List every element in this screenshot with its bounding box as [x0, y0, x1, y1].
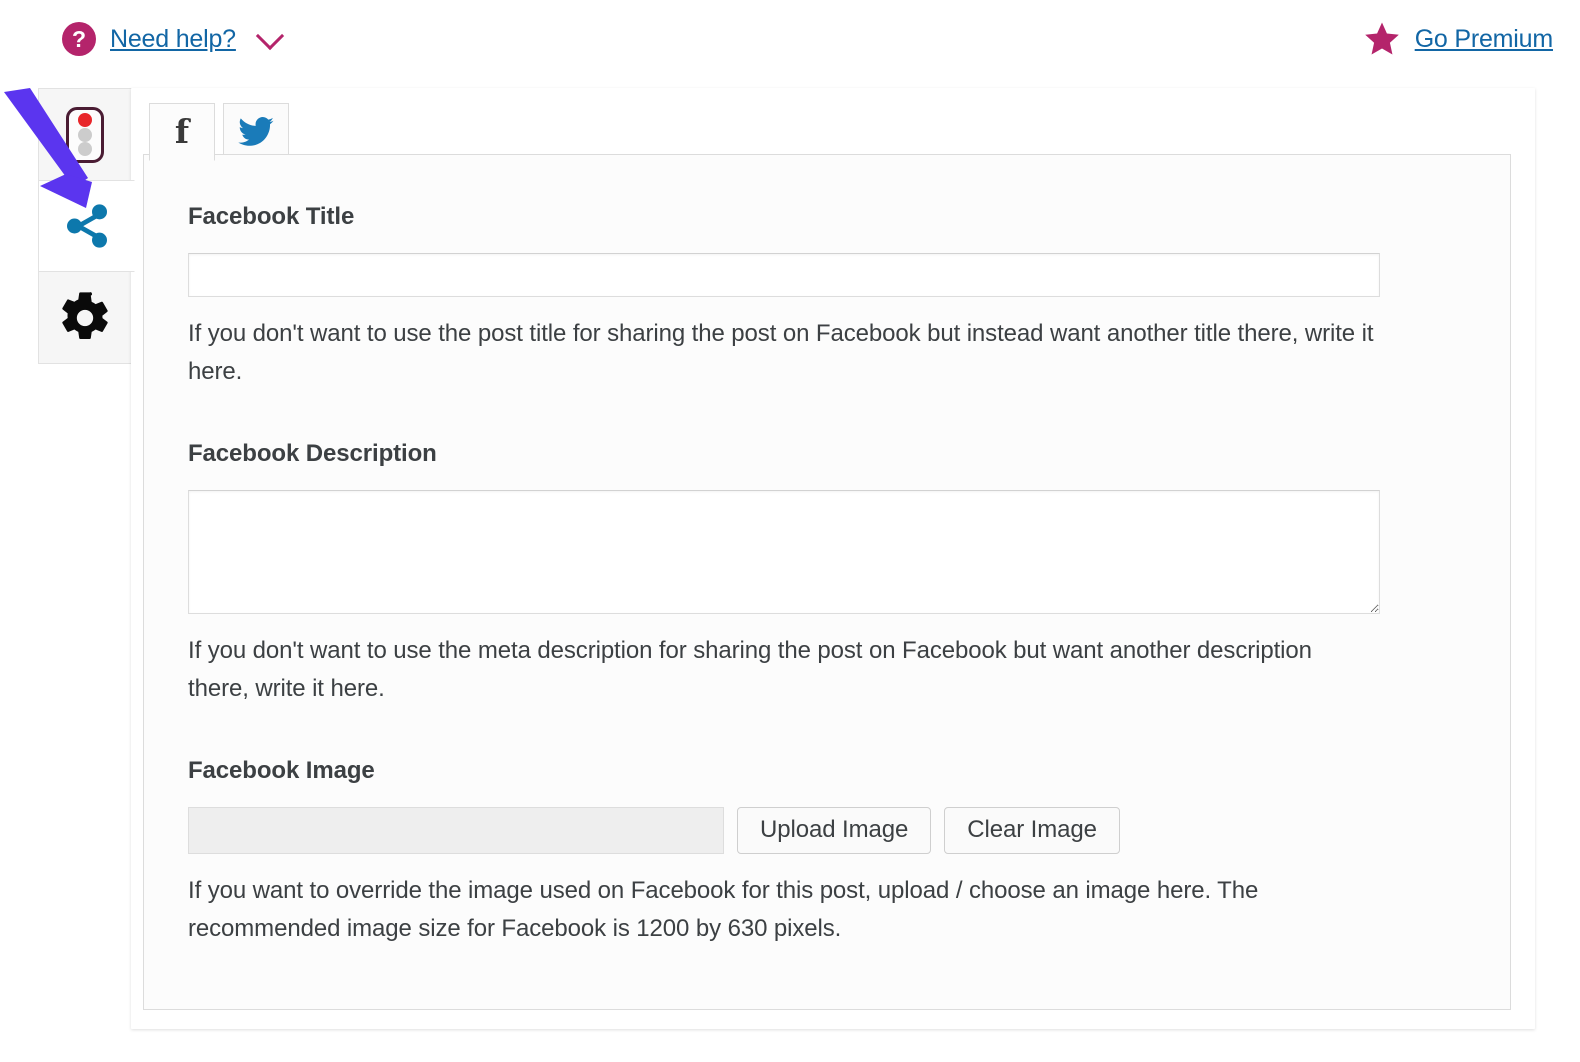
top-bar: ? Need help? Go Premium: [0, 0, 1580, 86]
facebook-title-input[interactable]: [188, 253, 1380, 297]
facebook-description-field: Facebook Description If you don't want t…: [188, 440, 1466, 709]
facebook-image-label: Facebook Image: [188, 756, 375, 784]
share-icon: [61, 201, 113, 251]
facebook-description-label: Facebook Description: [188, 439, 437, 467]
go-premium-group[interactable]: Go Premium: [1362, 20, 1553, 58]
tab-twitter[interactable]: [223, 103, 289, 161]
sidebar-item-traffic-light[interactable]: [38, 88, 132, 180]
facebook-description-textarea[interactable]: [188, 489, 1380, 614]
network-tabs: f: [149, 103, 289, 161]
sidebar-item-social[interactable]: [38, 180, 135, 272]
traffic-lamp-red: [78, 113, 92, 127]
facebook-image-row: Upload Image Clear Image: [188, 806, 1466, 854]
facebook-title-help: If you don't want to use the post title …: [188, 320, 1374, 386]
facebook-image-path-input[interactable]: [188, 806, 724, 854]
facebook-image-help: If you want to override the image used o…: [188, 876, 1259, 942]
facebook-title-field: Facebook Title If you don't want to use …: [188, 203, 1466, 392]
need-help-group[interactable]: ? Need help?: [62, 21, 285, 56]
gear-icon: [57, 290, 113, 346]
star-icon: [1362, 20, 1402, 58]
traffic-lamp-green: [78, 142, 92, 156]
upload-image-button[interactable]: Upload Image: [737, 806, 932, 854]
tab-facebook[interactable]: f: [149, 103, 215, 161]
twitter-icon: [238, 116, 274, 148]
facebook-image-field: Facebook Image Upload Image Clear Image …: [188, 757, 1466, 949]
sidebar-icon-rail: [38, 88, 135, 364]
traffic-light-icon: [66, 106, 104, 163]
chevron-down-icon[interactable]: [255, 21, 285, 50]
traffic-lamp-amber: [78, 127, 92, 142]
need-help-link[interactable]: Need help?: [110, 25, 236, 54]
facebook-settings-card: Facebook Title If you don't want to use …: [143, 154, 1511, 1010]
social-settings-panel: f Facebook Title If you don't want to us…: [131, 88, 1535, 1029]
go-premium-link[interactable]: Go Premium: [1415, 25, 1554, 54]
facebook-description-help: If you don't want to use the meta descri…: [188, 636, 1312, 703]
clear-image-button[interactable]: Clear Image: [944, 806, 1120, 854]
facebook-title-label: Facebook Title: [188, 203, 355, 230]
question-mark-circle-icon: ?: [62, 22, 96, 56]
facebook-icon: f: [174, 111, 190, 151]
sidebar-item-settings[interactable]: [38, 272, 132, 364]
